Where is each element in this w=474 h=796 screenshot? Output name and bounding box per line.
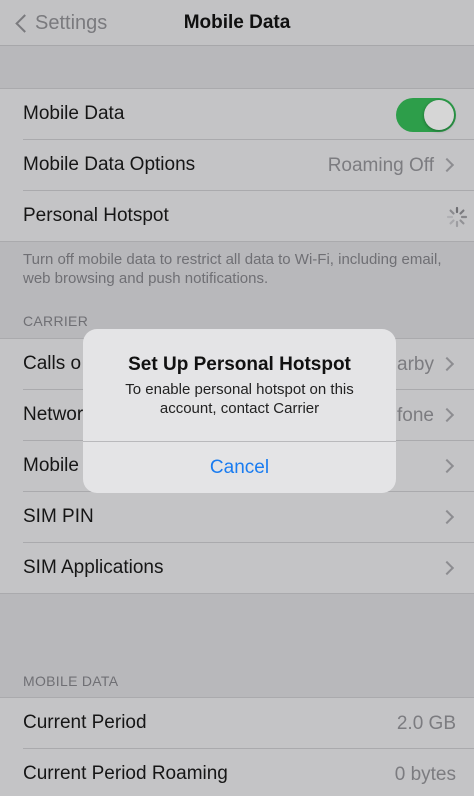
divider xyxy=(0,241,474,242)
mobile-data-footnote: Turn off mobile data to restrict all dat… xyxy=(23,251,442,287)
mobile-data-toggle[interactable] xyxy=(396,98,456,132)
network-label: Networ xyxy=(23,404,84,425)
chevron-right-icon xyxy=(439,458,455,474)
calls-label: Calls o xyxy=(23,353,82,374)
current-period-roaming-row: Current Period Roaming 0 bytes xyxy=(0,749,474,796)
mobile-data-options-value: Roaming Off xyxy=(327,155,434,176)
sim-pin-label: SIM PIN xyxy=(23,506,94,527)
current-period-label: Current Period xyxy=(23,712,147,733)
alert-title: Set Up Personal Hotspot xyxy=(128,354,351,375)
personal-hotspot-label: Personal Hotspot xyxy=(23,205,169,226)
chevron-right-icon xyxy=(439,560,455,576)
carrier-section-header: CARRIER xyxy=(23,313,89,329)
navigation-bar: Settings Mobile Data xyxy=(0,0,474,46)
page-title: Mobile Data xyxy=(183,12,291,33)
hotspot-alert-dialog: Set Up Personal Hotspot To enable person… xyxy=(83,329,396,493)
current-period-value: 2.0 GB xyxy=(396,713,456,734)
toggle-knob xyxy=(424,100,454,130)
mobile-data-section-header: MOBILE DATA xyxy=(23,673,119,689)
current-period-roaming-value: 0 bytes xyxy=(394,764,456,785)
alert-message: To enable personal hotspot on this accou… xyxy=(125,381,354,417)
mobile-data-row: Mobile Data xyxy=(0,89,474,140)
mobile-data-label: Mobile Data xyxy=(23,103,125,124)
sim-applications-row[interactable]: SIM Applications xyxy=(0,543,474,594)
calls-value: arby xyxy=(397,354,434,375)
mobile-data-options-label: Mobile Data Options xyxy=(23,154,196,175)
settings-screen: Settings Mobile Data Mobile Data Mobile … xyxy=(0,0,474,796)
chevron-right-icon xyxy=(439,356,455,372)
divider xyxy=(0,593,474,594)
cancel-button[interactable]: Cancel xyxy=(83,442,396,493)
personal-hotspot-row[interactable]: Personal Hotspot xyxy=(0,191,474,242)
mobile-label: Mobile xyxy=(23,455,79,476)
chevron-right-icon xyxy=(439,509,455,525)
current-period-roaming-label: Current Period Roaming xyxy=(23,763,228,784)
network-value: fone xyxy=(397,405,434,426)
loading-spinner-icon xyxy=(446,206,468,228)
chevron-right-icon xyxy=(439,157,455,173)
sim-pin-row[interactable]: SIM PIN xyxy=(0,492,474,543)
chevron-right-icon xyxy=(439,407,455,423)
current-period-row: Current Period 2.0 GB xyxy=(0,698,474,749)
sim-applications-label: SIM Applications xyxy=(23,557,164,578)
mobile-data-options-row[interactable]: Mobile Data Options Roaming Off xyxy=(0,140,474,191)
